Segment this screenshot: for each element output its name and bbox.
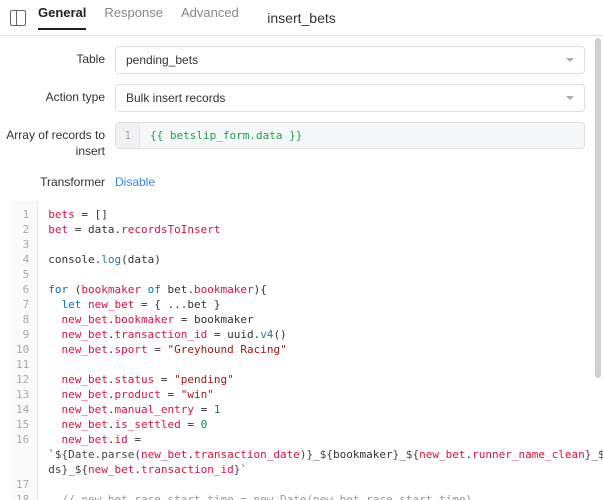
code-line[interactable]: bets = []: [48, 208, 108, 221]
row-editor: 1234567891011121314151617181920212223242…: [0, 201, 585, 500]
panel-body: Table pending_bets Action type Bulk inse…: [0, 36, 603, 500]
code-line[interactable]: new_bet.is_settled = 0: [48, 418, 207, 431]
code-line[interactable]: new_bet.product = "win": [48, 388, 214, 401]
label-action-type: Action type: [0, 84, 115, 106]
code-line[interactable]: let new_bet = { ...bet }: [48, 298, 220, 311]
label-records: Array of records to insert: [0, 122, 115, 159]
row-table: Table pending_bets: [0, 46, 585, 74]
code-line[interactable]: new_bet.manual_entry = 1: [48, 403, 220, 416]
code-line[interactable]: `${Date.parse(new_bet.transaction_date)}…: [48, 448, 603, 461]
row-transformer: Transformer Disable: [0, 169, 585, 191]
transformer-editor[interactable]: 1234567891011121314151617181920212223242…: [10, 201, 603, 500]
select-table[interactable]: pending_bets: [115, 46, 585, 74]
code-line[interactable]: new_bet.bookmaker = bookmaker: [48, 313, 253, 326]
code-line[interactable]: for (bookmaker of bet.bookmaker){: [48, 283, 267, 296]
panel-toggle-icon[interactable]: [10, 10, 26, 26]
editor-code[interactable]: bets = [] bet = data.recordsToInsert con…: [38, 201, 603, 500]
editor-spacer: [0, 201, 10, 207]
row-records: Array of records to insert 1 {{ betslip_…: [0, 122, 585, 159]
code-line[interactable]: [48, 238, 55, 251]
label-table: Table: [0, 46, 115, 68]
scrollbar[interactable]: [595, 38, 601, 378]
code-line[interactable]: ds}_${new_bet.transaction_id}`: [48, 463, 247, 476]
editor-gutter: 1234567891011121314151617181920212223242…: [10, 201, 38, 500]
code-line[interactable]: // new_bet.race_start_time = new Date(ne…: [48, 493, 472, 500]
records-code-input[interactable]: 1 {{ betslip_form.data }}: [115, 122, 585, 149]
records-expression: {{ betslip_form.data }}: [150, 129, 302, 142]
code-line[interactable]: new_bet.status = "pending": [48, 373, 233, 386]
tab-general[interactable]: General: [38, 5, 86, 30]
row-action-type: Action type Bulk insert records: [0, 84, 585, 112]
code-line[interactable]: new_bet.transaction_id = uuid.v4(): [48, 328, 286, 341]
tabs: General Response Advanced: [38, 5, 239, 30]
code-line[interactable]: [48, 358, 55, 371]
tab-response[interactable]: Response: [104, 5, 163, 30]
select-action-type[interactable]: Bulk insert records: [115, 84, 585, 112]
label-transformer: Transformer: [0, 169, 115, 191]
code-line[interactable]: [48, 268, 55, 281]
header-bar: General Response Advanced insert_bets: [0, 0, 603, 36]
code-line[interactable]: console.log(data): [48, 253, 161, 266]
code-line[interactable]: [48, 478, 55, 491]
gutter: 1: [116, 123, 140, 148]
code-line[interactable]: bet = data.recordsToInsert: [48, 223, 220, 236]
transformer-disable-link[interactable]: Disable: [115, 169, 155, 189]
code-line[interactable]: new_bet.id =: [48, 433, 141, 446]
tab-advanced[interactable]: Advanced: [181, 5, 239, 30]
query-title: insert_bets: [267, 10, 335, 26]
code-line[interactable]: new_bet.sport = "Greyhound Racing": [48, 343, 286, 356]
